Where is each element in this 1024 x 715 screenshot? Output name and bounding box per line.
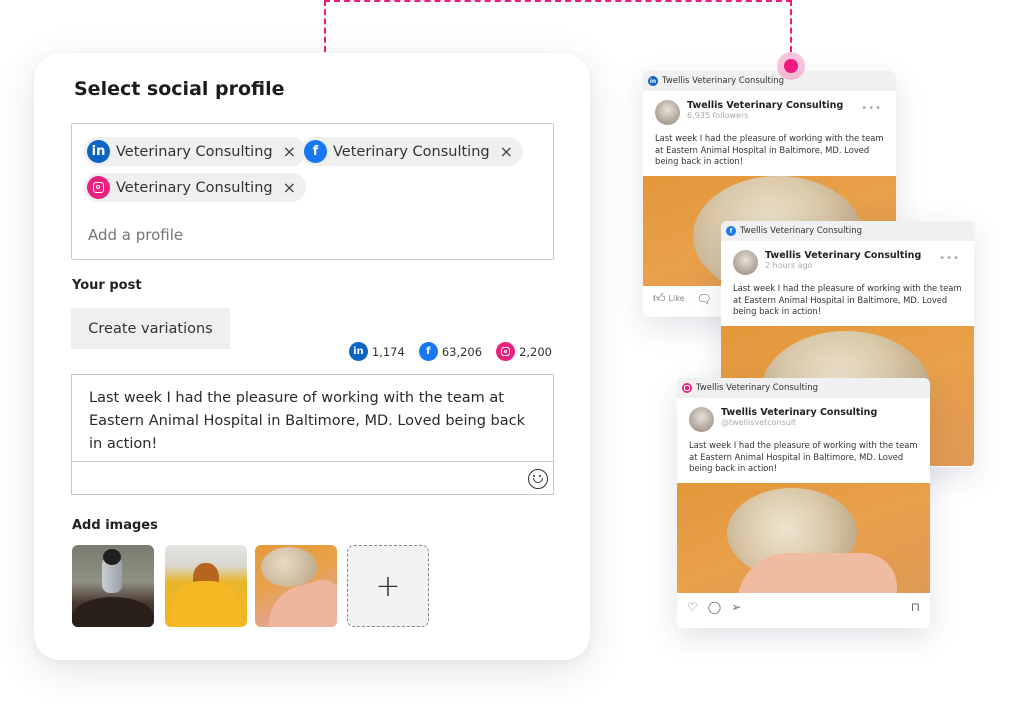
preview-actions: ♡ ◯ ➢ ⊓ <box>677 593 930 621</box>
comment-icon: 🗨︎ <box>696 291 712 306</box>
like-icon: 👍︎ <box>653 291 666 305</box>
character-counts: in 1,174 f 63,206 2,200 <box>348 342 552 361</box>
preview-header: Twellis Veterinary Consulting <box>677 378 930 398</box>
profile-chip-linkedin[interactable]: in Veterinary Consulting × <box>84 137 307 166</box>
profile-chip-label: Veterinary Consulting <box>333 143 490 160</box>
penguin-on-head-photo[interactable] <box>72 545 154 627</box>
stage: Select social profile in Veterinary Cons… <box>0 0 1024 715</box>
comment-icon: ◯ <box>707 599 722 614</box>
instagram-icon <box>87 176 110 199</box>
editor-divider <box>72 461 553 462</box>
instagram-preview-card: Twellis Veterinary Consulting Twellis Ve… <box>677 378 930 628</box>
connector-dot <box>777 52 805 80</box>
remove-profile-icon[interactable]: × <box>283 179 296 196</box>
handle: @twellisvetconsult <box>721 418 797 427</box>
post-text-editor[interactable]: Last week I had the pleasure of working … <box>71 374 554 495</box>
preview-text: Last week I had the pleasure of working … <box>689 440 918 473</box>
dachshund-in-blanket-photo[interactable] <box>165 545 247 627</box>
preview-author: Twellis Veterinary Consulting @twellisve… <box>677 398 930 432</box>
remove-profile-icon[interactable]: × <box>283 143 296 160</box>
profile-chip-instagram[interactable]: Veterinary Consulting × <box>84 173 307 202</box>
author-name: Twellis Veterinary Consulting <box>765 250 922 261</box>
your-post-label: Your post <box>72 278 142 293</box>
add-profile-input[interactable] <box>88 226 388 244</box>
linkedin-icon: in <box>648 76 658 86</box>
instagram-icon <box>682 383 692 393</box>
count-value: 63,206 <box>441 344 483 359</box>
author-name: Twellis Veterinary Consulting <box>687 100 844 111</box>
add-images-label: Add images <box>72 518 158 533</box>
preview-text: Last week I had the pleasure of working … <box>733 283 962 316</box>
linkedin-icon: in <box>87 140 110 163</box>
post-composer-card: Select social profile in Veterinary Cons… <box>34 53 590 660</box>
heart-icon: ♡ <box>687 599 698 614</box>
preview-author: Twellis Veterinary Consulting 6,935 foll… <box>643 91 896 125</box>
post-time: 2 hours ago <box>765 261 813 270</box>
count-linkedin: in 1,174 <box>348 342 405 361</box>
facebook-icon: f <box>726 226 736 236</box>
hedgehog-in-hand-photo[interactable] <box>255 545 337 627</box>
count-facebook: f 63,206 <box>418 342 483 361</box>
connector-line-top <box>324 0 792 2</box>
linkedin-icon: in <box>348 342 368 361</box>
preview-header: f Twellis Veterinary Consulting <box>721 221 974 241</box>
bookmark-icon: ⊓ <box>910 599 920 614</box>
preview-header-label: Twellis Veterinary Consulting <box>740 226 862 236</box>
count-instagram: 2,200 <box>496 342 552 361</box>
like-label: Like <box>668 294 685 303</box>
count-value: 1,174 <box>371 344 405 359</box>
preview-text: Last week I had the pleasure of working … <box>655 133 884 166</box>
smiley-icon[interactable] <box>528 469 548 489</box>
profile-selector[interactable]: in Veterinary Consulting × f Veterinary … <box>71 123 554 260</box>
profile-chip-label: Veterinary Consulting <box>116 179 273 196</box>
profile-chip-label: Veterinary Consulting <box>116 143 273 160</box>
more-options-icon: ••• <box>939 253 960 264</box>
follower-count: 6,935 followers <box>687 111 749 120</box>
remove-profile-icon[interactable]: × <box>500 143 513 160</box>
profile-chip-facebook[interactable]: f Veterinary Consulting × <box>301 137 524 166</box>
preview-header: in Twellis Veterinary Consulting <box>643 71 896 91</box>
avatar <box>655 100 680 125</box>
send-icon: ➢ <box>731 599 742 614</box>
composer-title: Select social profile <box>74 78 285 100</box>
facebook-icon: f <box>418 342 438 361</box>
preview-header-label: Twellis Veterinary Consulting <box>696 383 818 393</box>
create-variations-button[interactable]: Create variations <box>71 308 230 349</box>
preview-image <box>677 482 930 593</box>
avatar <box>733 250 758 275</box>
author-name: Twellis Veterinary Consulting <box>721 407 878 418</box>
instagram-icon <box>496 342 516 361</box>
add-image-button[interactable]: + <box>347 545 429 627</box>
preview-header-label: Twellis Veterinary Consulting <box>662 76 784 86</box>
post-text[interactable]: Last week I had the pleasure of working … <box>89 387 539 456</box>
more-options-icon: ••• <box>861 103 882 114</box>
preview-author: Twellis Veterinary Consulting 2 hours ag… <box>721 241 974 275</box>
avatar <box>689 407 714 432</box>
facebook-icon: f <box>304 140 327 163</box>
count-value: 2,200 <box>519 344 552 359</box>
connector-line <box>324 0 792 52</box>
